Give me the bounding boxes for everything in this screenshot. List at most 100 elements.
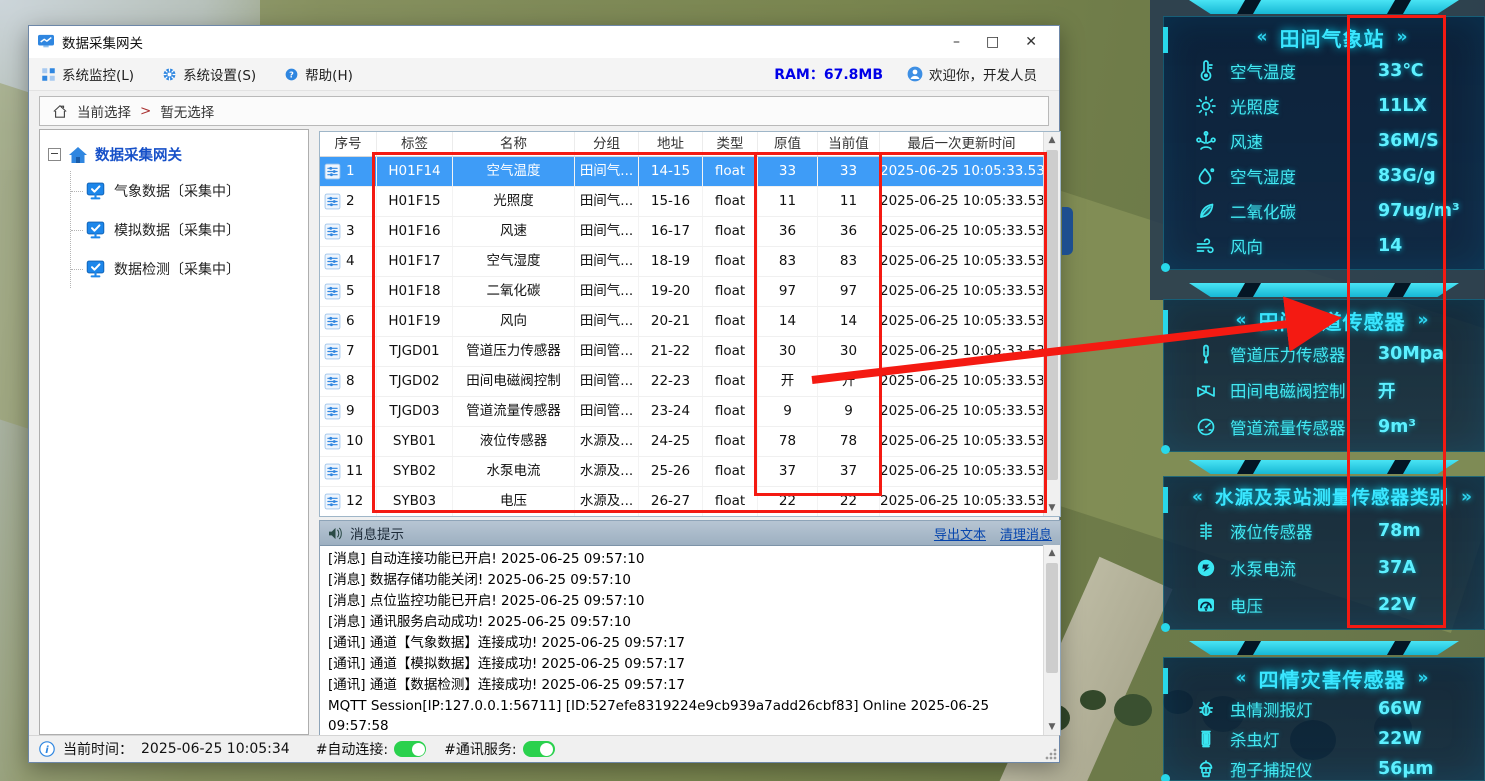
column-header[interactable]: 原值: [758, 132, 818, 156]
sensor-item: V电压22V: [1194, 586, 1470, 623]
home-icon[interactable]: [52, 104, 68, 119]
panel-title: 田间管道传感器: [1259, 306, 1406, 335]
tree-item-channel[interactable]: 模拟数据〔采集中〕: [71, 210, 300, 249]
cell-text: 田间气...: [580, 223, 633, 239]
table-row[interactable]: 11SYB02水泵电流水源及...25-26float37372025-06-2…: [320, 457, 1044, 487]
table-scrollbar[interactable]: ▲ ▼: [1043, 132, 1060, 516]
table-row[interactable]: 9TJGD03管道流量传感器田间管...23-24float992025-06-…: [320, 397, 1044, 427]
table-cell: 光照度: [453, 187, 575, 216]
table-cell: 田间电磁阀控制: [453, 367, 575, 396]
window-side-handle[interactable]: [1062, 207, 1073, 255]
panel-title-row: « 田间管道传感器 »: [1194, 304, 1470, 336]
cell-text: 25-26: [651, 463, 690, 479]
cell-text: 6: [346, 307, 355, 336]
sensor-item: 孢子捕捉仪56μm: [1194, 754, 1470, 781]
panel-prev-icon[interactable]: «: [1236, 668, 1247, 688]
sensor-label: 液位传感器: [1230, 519, 1378, 543]
svg-text:V: V: [1204, 607, 1208, 613]
row-index-cell: 9: [320, 397, 377, 426]
table-row[interactable]: 3H01F16风速田间气...16-17float36362025-06-25 …: [320, 217, 1044, 247]
column-header[interactable]: 分组: [575, 132, 639, 156]
tree-item-channel[interactable]: 数据检测〔采集中〕: [71, 249, 300, 288]
tree-root-gateway[interactable]: 数据采集网关: [48, 144, 300, 165]
scroll-up-icon[interactable]: ▲: [1044, 545, 1060, 561]
panel-prev-icon[interactable]: «: [1236, 310, 1247, 330]
table-cell: H01F19: [377, 307, 453, 336]
sensor-item: 二氧化碳97ug/m³: [1194, 193, 1470, 228]
menu-item-monitor[interactable]: 系统监控(L): [41, 64, 134, 84]
close-button[interactable]: ✕: [1025, 35, 1037, 49]
log-line: [通讯] 通道【气象数据】连接成功! 2025-06-25 09:57:17: [328, 633, 1035, 653]
sensor-item: 空气湿度83G/g: [1194, 158, 1470, 193]
menu-item-label: 帮助(H): [305, 64, 353, 84]
cell-text: float: [715, 163, 745, 179]
sensor-label: 电压: [1230, 593, 1378, 617]
cell-text: 11: [346, 457, 363, 486]
column-header[interactable]: 类型: [703, 132, 758, 156]
toggle-switch[interactable]: [523, 741, 555, 757]
row-index-cell: 5: [320, 277, 377, 306]
table-row[interactable]: 6H01F19风向田间气...20-21float14142025-06-25 …: [320, 307, 1044, 337]
table-cell: 田间气...: [575, 307, 639, 336]
export-text-link[interactable]: 导出文本: [934, 524, 986, 543]
column-header[interactable]: 当前值: [818, 132, 880, 156]
minimize-button[interactable]: –: [953, 35, 960, 49]
panel-next-icon[interactable]: »: [1397, 27, 1408, 47]
panel-next-icon[interactable]: »: [1418, 668, 1429, 688]
toggle-switch[interactable]: [394, 741, 426, 757]
log-line: [消息] 自动连接功能已开启! 2025-06-25 09:57:10: [328, 549, 1035, 569]
row-index-cell: 8: [320, 367, 377, 396]
thermometer-icon: [1194, 59, 1220, 83]
panel-prev-icon[interactable]: «: [1192, 487, 1203, 507]
message-scrollbar[interactable]: ▲ ▼: [1043, 545, 1060, 735]
maximize-button[interactable]: □: [986, 35, 999, 49]
cell-text: float: [715, 493, 745, 509]
column-header[interactable]: 名称: [453, 132, 575, 156]
toggle-label: #通讯服务:: [444, 739, 516, 759]
table-row[interactable]: 4H01F17空气湿度田间气...18-19float83832025-06-2…: [320, 247, 1044, 277]
table-row[interactable]: 7TJGD01管道压力传感器田间管...21-22float30302025-0…: [320, 337, 1044, 367]
cell-text: 36: [779, 223, 796, 239]
resize-grip[interactable]: [1045, 748, 1057, 760]
table-row[interactable]: 12SYB03电压水源及...26-27float22222025-06-25 …: [320, 487, 1044, 517]
panel-next-icon[interactable]: »: [1418, 310, 1429, 330]
speaker-icon: [328, 527, 343, 540]
cell-text: 1: [346, 157, 355, 186]
sensor-value: 97ug/m³: [1378, 201, 1460, 221]
cell-text: float: [715, 313, 745, 329]
table-row[interactable]: 5H01F18二氧化碳田间气...19-20float97972025-06-2…: [320, 277, 1044, 307]
panel-prev-icon[interactable]: «: [1257, 27, 1268, 47]
cell-text: 风向: [500, 313, 527, 329]
table-cell: TJGD01: [377, 337, 453, 366]
cell-text: 83: [840, 253, 857, 269]
tree-collapse-icon[interactable]: [48, 148, 61, 161]
column-header[interactable]: 最后一次更新时间: [880, 132, 1044, 156]
scroll-down-icon[interactable]: ▼: [1044, 719, 1060, 735]
tree-item-channel[interactable]: 气象数据〔采集中〕: [71, 171, 300, 210]
cell-text: 23-24: [651, 403, 690, 419]
cell-text: 16-17: [651, 223, 690, 239]
row-sliders-icon: [324, 223, 341, 240]
panel-next-icon[interactable]: »: [1461, 487, 1472, 507]
scroll-up-icon[interactable]: ▲: [1044, 132, 1060, 148]
cell-text: 田间气...: [580, 163, 633, 179]
table-row[interactable]: 2H01F15光照度田间气...15-16float11112025-06-25…: [320, 187, 1044, 217]
clear-messages-link[interactable]: 清理消息: [1000, 524, 1052, 543]
column-header[interactable]: 标签: [377, 132, 453, 156]
column-header[interactable]: 地址: [639, 132, 703, 156]
table-row[interactable]: 10SYB01液位传感器水源及...24-25float78782025-06-…: [320, 427, 1044, 457]
row-sliders-icon: [324, 463, 341, 480]
cell-text: 光照度: [493, 193, 534, 209]
cell-text: 78: [840, 433, 857, 449]
menu-item-help[interactable]: ?帮助(H): [284, 64, 353, 84]
column-header[interactable]: 序号: [320, 132, 377, 156]
cell-text: 开: [781, 373, 795, 389]
scroll-down-icon[interactable]: ▼: [1044, 500, 1060, 516]
table-cell: 30: [818, 337, 880, 366]
table-row[interactable]: 1H01F14空气温度田间气...14-15float33332025-06-2…: [320, 157, 1044, 187]
cell-text: H01F17: [388, 253, 440, 269]
table-row[interactable]: 8TJGD02田间电磁阀控制田间管...22-23float开开2025-06-…: [320, 367, 1044, 397]
menu-item-settings[interactable]: 系统设置(S): [162, 64, 256, 84]
sensor-label: 管道流量传感器: [1230, 415, 1378, 439]
panel-title-row: «水源及泵站测量传感器类别»: [1194, 481, 1470, 513]
